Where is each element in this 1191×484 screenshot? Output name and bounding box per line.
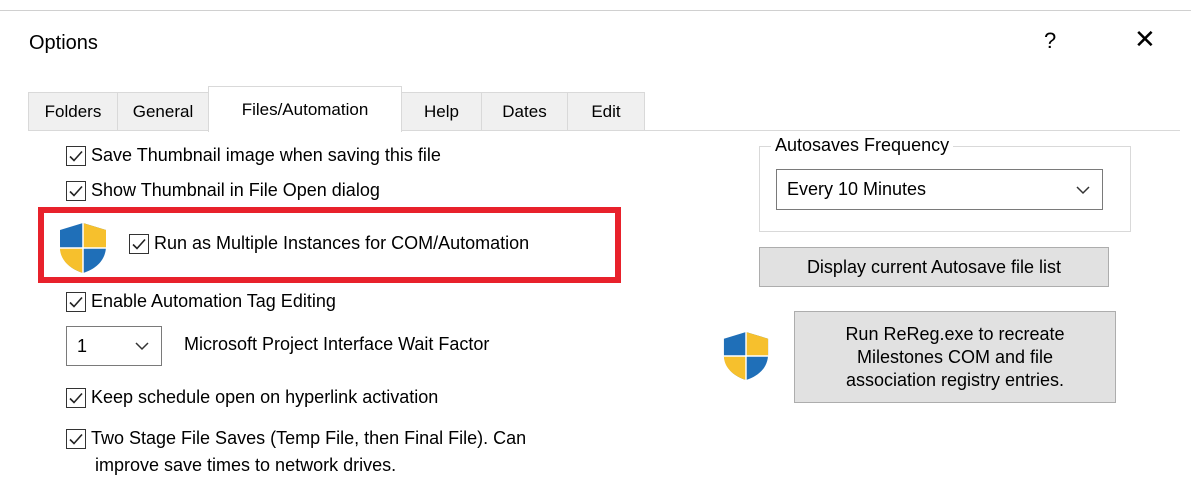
- wait-factor-select[interactable]: 1: [66, 326, 162, 366]
- automation-tag-label: Enable Automation Tag Editing: [91, 291, 336, 311]
- rereg-line1: Run ReReg.exe to recreate: [845, 323, 1065, 344]
- checkmark-icon: [69, 433, 83, 445]
- checkmark-icon: [69, 150, 83, 162]
- two-stage-label-line2: improve save times to network drives.: [95, 455, 397, 475]
- tab-edit[interactable]: Edit: [567, 92, 645, 130]
- rereg-line3: association registry entries.: [845, 369, 1065, 390]
- help-button[interactable]: ?: [1044, 28, 1056, 54]
- chevron-down-icon: [1076, 185, 1090, 194]
- uac-shield-icon: [723, 332, 769, 380]
- tab-files-automation[interactable]: Files/Automation: [208, 86, 402, 132]
- tab-folders[interactable]: Folders: [28, 92, 118, 130]
- rereg-line2: Milestones COM and file: [856, 346, 1054, 367]
- checkmark-icon: [69, 296, 83, 308]
- keep-open-label: Keep schedule open on hyperlink activati…: [91, 387, 439, 407]
- dialog-title: Options: [29, 32, 98, 54]
- save-thumbnail-option[interactable]: Save Thumbnail image when saving this fi…: [66, 145, 441, 166]
- checkmark-icon: [69, 392, 83, 404]
- two-stage-label-line1: Two Stage File Saves (Temp File, then Fi…: [91, 428, 527, 448]
- two-stage-checkbox[interactable]: [66, 429, 86, 449]
- close-button[interactable]: ✕: [1134, 26, 1156, 52]
- background-window-edge: [0, 0, 1191, 11]
- checkmark-icon: [69, 185, 83, 197]
- save-thumbnail-checkbox[interactable]: [66, 146, 86, 166]
- tab-dates[interactable]: Dates: [481, 92, 568, 130]
- wait-factor-label: Microsoft Project Interface Wait Factor: [184, 334, 490, 354]
- show-thumbnail-option[interactable]: Show Thumbnail in File Open dialog: [66, 180, 380, 201]
- wait-factor-value: 1: [77, 335, 88, 356]
- autosave-frequency-value: Every 10 Minutes: [787, 179, 927, 199]
- multiple-instances-option[interactable]: Run as Multiple Instances for COM/Automa…: [129, 233, 529, 254]
- autosave-group-title: Autosaves Frequency: [771, 135, 954, 156]
- checkmark-icon: [132, 238, 146, 250]
- tab-help[interactable]: Help: [401, 92, 482, 130]
- automation-tag-checkbox[interactable]: [66, 292, 86, 312]
- run-rereg-button[interactable]: Run ReReg.exe to recreate Milestones COM…: [794, 311, 1116, 403]
- multiple-instances-label: Run as Multiple Instances for COM/Automa…: [154, 233, 530, 253]
- save-thumbnail-label: Save Thumbnail image when saving this fi…: [91, 145, 441, 165]
- multiple-instances-checkbox[interactable]: [129, 234, 149, 254]
- tab-general[interactable]: General: [117, 92, 209, 130]
- show-thumbnail-checkbox[interactable]: [66, 181, 86, 201]
- autosave-frequency-select[interactable]: Every 10 Minutes: [776, 169, 1103, 210]
- keep-open-option[interactable]: Keep schedule open on hyperlink activati…: [66, 387, 438, 408]
- keep-open-checkbox[interactable]: [66, 388, 86, 408]
- display-autosave-list-button[interactable]: Display current Autosave file list: [759, 247, 1109, 287]
- chevron-down-icon: [135, 342, 149, 351]
- two-stage-option[interactable]: Two Stage File Saves (Temp File, then Fi…: [66, 428, 526, 449]
- automation-tag-option[interactable]: Enable Automation Tag Editing: [66, 291, 336, 312]
- show-thumbnail-label: Show Thumbnail in File Open dialog: [91, 180, 380, 200]
- uac-shield-icon: [60, 223, 106, 273]
